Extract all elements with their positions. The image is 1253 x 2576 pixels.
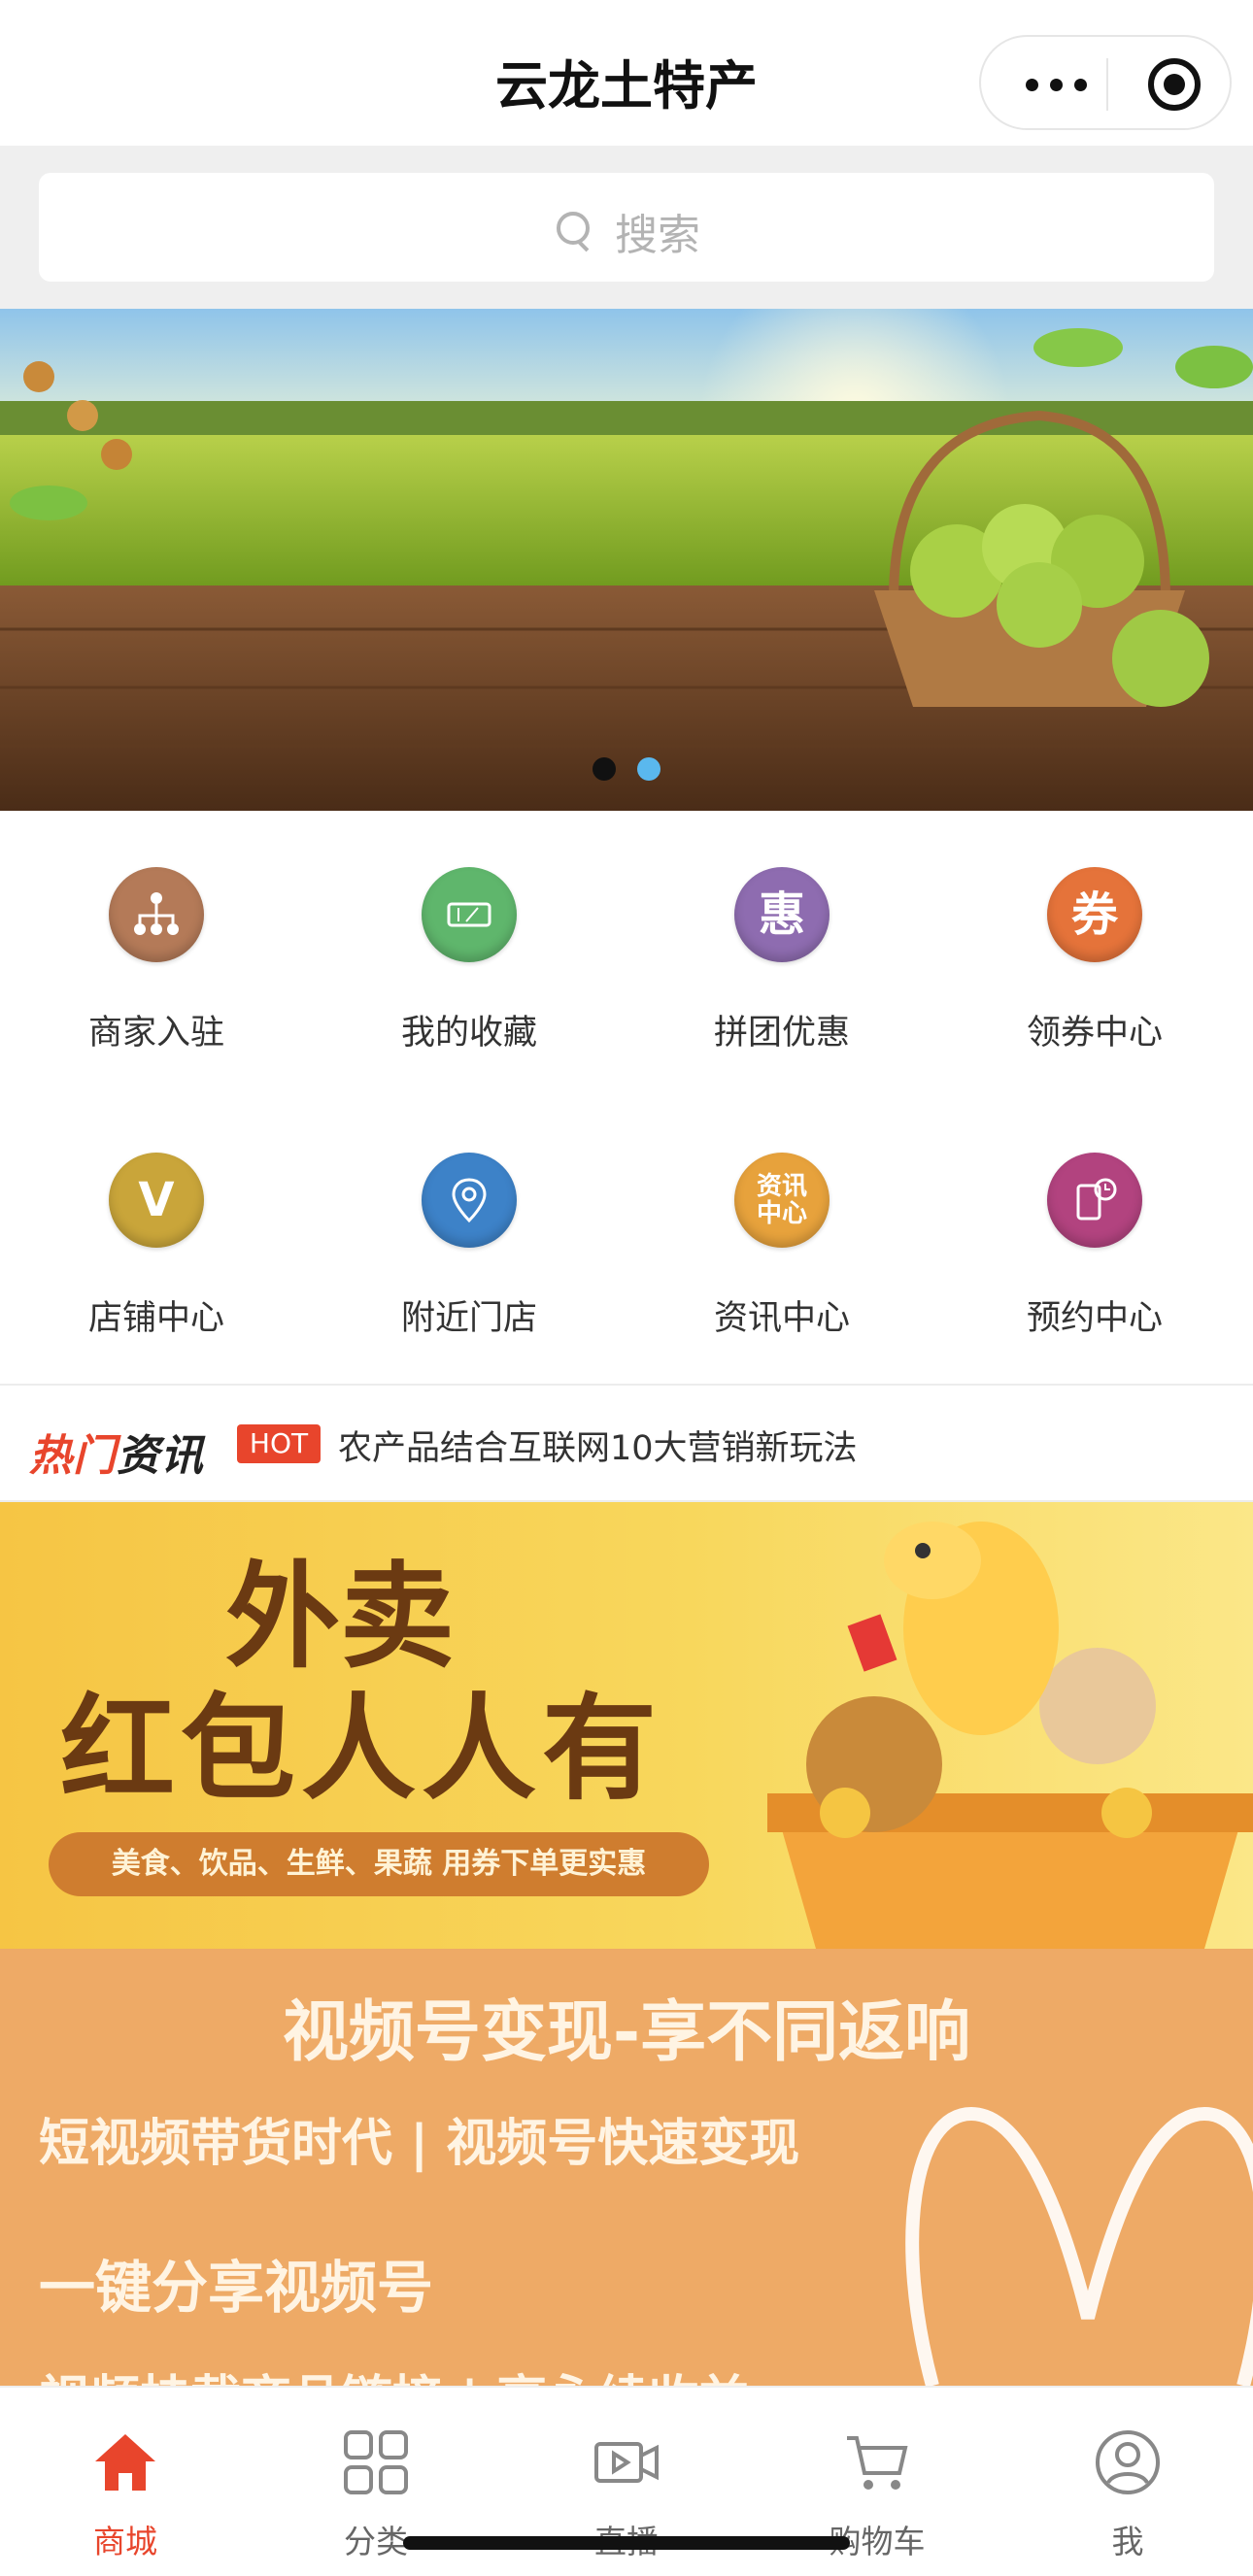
nav-header: 云龙土特产 xyxy=(0,0,1253,146)
org-chart-icon xyxy=(109,867,204,962)
video-channel-promo-banner[interactable]: 视频号变现-享不同返响 短视频带货时代 | 视频号快速变现 一键分享视频号 视频… xyxy=(0,1949,1253,2386)
grid-icon xyxy=(344,2430,408,2494)
search-icon xyxy=(553,210,595,252)
grid-item-booking-center[interactable]: 预约中心 xyxy=(938,1096,1251,1349)
tab-mall[interactable]: 商城 xyxy=(0,2388,251,2576)
hot-news-logo-b: 资讯 xyxy=(117,1431,204,1481)
search-input[interactable]: 搜索 xyxy=(39,173,1214,282)
capsule-divider xyxy=(1106,58,1108,111)
grid-item-label: 店铺中心 xyxy=(87,1299,224,1338)
banner-carousel[interactable] xyxy=(0,309,1253,811)
grid-item-nearby-stores[interactable]: 附近门店 xyxy=(313,1096,626,1349)
takeout-promo-banner[interactable]: 外卖 红包人人有 美食、饮品、生鲜、果蔬 用券下单更实惠 xyxy=(0,1502,1253,1949)
video-promo-line-3: 视频挂载商品链接 | 享永续收益 xyxy=(39,2359,749,2386)
video-promo-line-2: 一键分享视频号 xyxy=(39,2255,434,2321)
more-dots-icon[interactable] xyxy=(1020,70,1098,99)
grid-item-label: 资讯中心 xyxy=(713,1299,850,1338)
feature-grid: 商家入驻 我的收藏 惠 拼团优惠 券 领券中心 V 店铺中心 附近门店 资讯 中… xyxy=(0,811,1253,1384)
video-promo-line-1: 短视频带货时代 | 视频号快速变现 xyxy=(39,2115,800,2173)
video-icon xyxy=(594,2442,659,2483)
hui-icon: 惠 xyxy=(734,867,830,962)
coupon-icon: 券 xyxy=(1047,867,1142,962)
search-placeholder-row: 搜索 xyxy=(39,200,1214,262)
news-headline[interactable]: 农产品结合互联网10大营销新玩法 xyxy=(338,1421,858,1470)
hot-news-bar[interactable]: 热门资讯 HOT 农产品结合互联网10大营销新玩法 xyxy=(0,1384,1253,1502)
grid-item-merchant-join[interactable]: 商家入驻 xyxy=(0,811,313,1063)
location-pin-icon xyxy=(422,1153,517,1248)
home-indicator[interactable] xyxy=(403,2536,850,2550)
grid-item-favorites[interactable]: 我的收藏 xyxy=(313,811,626,1063)
tab-me[interactable]: 我 xyxy=(1002,2388,1253,2576)
grid-item-label: 附近门店 xyxy=(400,1299,537,1338)
grid-item-label: 商家入驻 xyxy=(87,1014,224,1053)
takeout-subtitle: 红包人人有 xyxy=(60,1682,663,1816)
grid-item-info-center[interactable]: 资讯 中心 资讯中心 xyxy=(626,1096,938,1349)
carousel-dot-1[interactable] xyxy=(593,757,616,781)
carousel-dot-2[interactable] xyxy=(637,757,660,781)
icon-glyph: 惠 xyxy=(758,887,805,942)
tab-label: 我 xyxy=(1111,2523,1144,2560)
takeout-pill: 美食、饮品、生鲜、果蔬 用券下单更实惠 xyxy=(49,1832,709,1896)
hot-news-logo-a: 热门 xyxy=(29,1431,117,1481)
cart-icon xyxy=(847,2436,908,2490)
hot-news-logo: 热门资讯 xyxy=(29,1421,204,1483)
ticket-icon xyxy=(422,867,517,962)
phone-clock-icon xyxy=(1047,1153,1142,1248)
icon-glyph: 资讯 中心 xyxy=(756,1172,807,1228)
info-center-icon: 资讯 中心 xyxy=(734,1153,830,1248)
icon-glyph: V xyxy=(138,1173,175,1227)
search-placeholder: 搜索 xyxy=(615,211,700,260)
grid-item-label: 我的收藏 xyxy=(400,1014,537,1053)
search-area: 搜索 xyxy=(0,146,1253,309)
user-icon xyxy=(1096,2430,1160,2494)
home-icon xyxy=(95,2434,155,2491)
banner-image xyxy=(0,309,1253,811)
hot-badge: HOT xyxy=(237,1424,321,1463)
grid-item-store-center[interactable]: V 店铺中心 xyxy=(0,1096,313,1349)
grid-item-coupon-center[interactable]: 券 领券中心 xyxy=(938,811,1251,1063)
video-promo-heading: 视频号变现-享不同返响 xyxy=(282,1994,971,2071)
target-icon[interactable] xyxy=(1148,58,1201,111)
grid-item-label: 拼团优惠 xyxy=(713,1014,850,1053)
grid-item-group-buy[interactable]: 惠 拼团优惠 xyxy=(626,811,938,1063)
tab-label: 商城 xyxy=(93,2523,157,2560)
v-icon: V xyxy=(109,1153,204,1248)
grid-item-label: 领券中心 xyxy=(1026,1014,1163,1053)
icon-glyph: 券 xyxy=(1070,887,1118,942)
grid-item-label: 预约中心 xyxy=(1026,1299,1163,1338)
mini-program-capsule xyxy=(979,35,1232,130)
